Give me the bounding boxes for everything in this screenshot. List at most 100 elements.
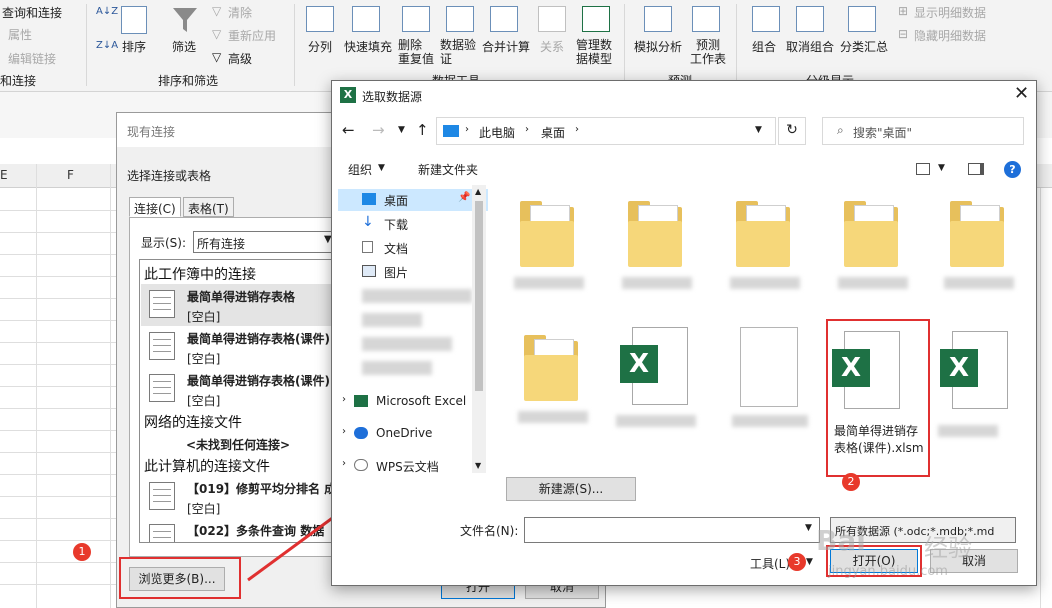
address-bar[interactable]: › 此电脑 › 桌面 › ▼ xyxy=(436,117,776,145)
clear-button[interactable]: 清除 xyxy=(228,4,252,21)
remove-duplicates-button[interactable]: 删除 重复值 xyxy=(398,38,434,66)
show-detail-icon[interactable]: ⊞ xyxy=(898,4,908,18)
folder-icon[interactable] xyxy=(736,201,792,267)
ungroup-button[interactable]: 取消组合 xyxy=(786,38,834,55)
ungroup-icon[interactable] xyxy=(796,6,824,32)
filename-dropdown-icon[interactable]: ▼ xyxy=(805,523,812,533)
tab-tables[interactable]: 表格(T) xyxy=(183,197,234,217)
excel-file-icon[interactable]: X xyxy=(620,327,690,407)
filename-input[interactable]: ▼ xyxy=(524,517,820,543)
navigation-pane[interactable]: 桌面 📌 ↓ 下载 文档 图片 › Microsoft Excel › OneD… xyxy=(332,185,488,474)
relationships-button[interactable]: 关系 xyxy=(540,38,564,55)
nav-item-microsoft-excel[interactable]: › Microsoft Excel xyxy=(338,391,488,413)
new-folder-button[interactable]: 新建文件夹 xyxy=(418,161,478,178)
text-to-columns-icon[interactable] xyxy=(306,6,334,32)
folder-icon[interactable] xyxy=(950,201,1006,267)
consolidate-icon[interactable] xyxy=(490,6,518,32)
advanced-button[interactable]: 高级 xyxy=(228,50,252,67)
remove-duplicates-icon[interactable] xyxy=(402,6,430,32)
show-detail-button[interactable]: 显示明细数据 xyxy=(914,4,986,21)
forecast-sheet-button[interactable]: 预测 工作表 xyxy=(690,38,726,66)
scroll-thumb[interactable] xyxy=(475,201,483,391)
nav-scrollbar[interactable]: ▲ ▼ xyxy=(472,185,486,473)
flash-fill-button[interactable]: 快速填充 xyxy=(344,38,392,55)
folder-shortcut-icon[interactable] xyxy=(524,335,580,401)
preview-pane-icon[interactable] xyxy=(968,163,984,175)
sort-az-icon[interactable]: A↓Z xyxy=(96,6,118,17)
file-pane[interactable]: X X 最简单得进销存 表格(课件).xlsm X xyxy=(492,185,1038,477)
list-item[interactable]: 最简单得进销存表格(课件) [空白] xyxy=(141,326,338,368)
search-input[interactable]: ⌕ 搜索"桌面" xyxy=(822,117,1024,145)
nav-item-onedrive[interactable]: › OneDrive xyxy=(338,423,488,445)
scroll-up-icon[interactable]: ▲ xyxy=(475,187,481,196)
breadcrumb-this-pc[interactable]: 此电脑 xyxy=(479,124,515,141)
breadcrumb-desktop[interactable]: 桌面 xyxy=(541,124,565,141)
list-item[interactable]: 最简单得进销存表格 [空白] xyxy=(141,284,338,326)
sort-za-icon[interactable]: Z↓A xyxy=(96,40,118,51)
group-icon[interactable] xyxy=(752,6,780,32)
column-header-f[interactable]: F xyxy=(67,168,74,182)
close-icon[interactable]: ✕ xyxy=(1014,83,1029,104)
what-if-analysis-button[interactable]: 模拟分析 xyxy=(634,38,682,55)
address-dropdown-icon[interactable]: ▼ xyxy=(755,125,762,135)
folder-icon[interactable] xyxy=(520,201,576,267)
reapply-icon[interactable]: ▽ xyxy=(212,27,221,41)
organize-button[interactable]: 组织 xyxy=(348,161,372,178)
expand-chevron-icon[interactable]: › xyxy=(342,458,346,469)
query-connections-button[interactable]: 查询和连接 xyxy=(2,4,62,21)
folder-icon[interactable] xyxy=(844,201,900,267)
forward-arrow-icon[interactable]: → xyxy=(372,121,385,139)
view-options-icon[interactable] xyxy=(916,163,930,175)
folder-icon[interactable] xyxy=(628,201,684,267)
show-select[interactable]: 所有连接 ▼ xyxy=(193,231,339,253)
group-button[interactable]: 组合 xyxy=(752,38,776,55)
tab-connections[interactable]: 连接(C) xyxy=(129,197,181,217)
list-item[interactable]: 最简单得进销存表格(课件) [空白] xyxy=(141,368,338,410)
forecast-sheet-icon[interactable] xyxy=(692,6,720,32)
edit-links-button[interactable]: 编辑链接 xyxy=(8,50,56,67)
nav-item-pictures[interactable]: 图片 xyxy=(338,261,488,283)
sort-dialog-icon[interactable] xyxy=(121,6,147,34)
data-validation-icon[interactable] xyxy=(446,6,474,32)
pin-icon[interactable]: 📌 xyxy=(458,192,470,203)
flash-fill-icon[interactable] xyxy=(352,6,380,32)
filter-icon[interactable] xyxy=(170,4,200,34)
text-file-icon[interactable] xyxy=(740,327,798,407)
column-header-e[interactable]: E xyxy=(0,168,8,182)
refresh-icon[interactable]: ↻ xyxy=(778,117,806,145)
manage-data-model-button[interactable]: 管理数 据模型 xyxy=(576,38,612,66)
help-icon[interactable]: ? xyxy=(1004,161,1021,178)
text-to-columns-button[interactable]: 分列 xyxy=(308,38,332,55)
hide-detail-icon[interactable]: ⊟ xyxy=(898,27,908,41)
reapply-button[interactable]: 重新应用 xyxy=(228,27,276,44)
excel-macro-file-icon[interactable]: X xyxy=(940,331,1010,411)
view-chevron-icon[interactable]: ▼ xyxy=(938,163,945,173)
clear-icon[interactable]: ▽ xyxy=(212,4,221,18)
relationships-icon[interactable] xyxy=(538,6,566,32)
up-arrow-icon[interactable]: ↑ xyxy=(416,121,429,139)
nav-item-documents[interactable]: 文档 xyxy=(338,237,488,259)
new-source-button[interactable]: 新建源(S)... xyxy=(506,477,636,501)
back-arrow-icon[interactable]: ← xyxy=(342,121,355,139)
consolidate-button[interactable]: 合并计算 xyxy=(482,38,530,55)
what-if-analysis-icon[interactable] xyxy=(644,6,672,32)
nav-item-desktop[interactable]: 桌面 📌 xyxy=(338,189,488,211)
manage-data-model-icon[interactable] xyxy=(582,6,610,32)
data-validation-button[interactable]: 数据验 证 xyxy=(440,38,476,66)
filter-button[interactable]: 筛选 xyxy=(172,38,196,55)
nav-item-wps-cloud[interactable]: › WPS云文档 xyxy=(338,455,488,477)
scroll-down-icon[interactable]: ▼ xyxy=(475,461,481,470)
tools-menu[interactable]: 工具(L) xyxy=(750,555,790,572)
properties-button[interactable]: 属性 xyxy=(8,26,32,43)
hide-detail-button[interactable]: 隐藏明细数据 xyxy=(914,27,986,44)
tools-chevron-icon[interactable]: ▼ xyxy=(806,557,813,567)
subtotal-button[interactable]: 分类汇总 xyxy=(840,38,888,55)
advanced-icon[interactable]: ▽ xyxy=(212,50,221,64)
expand-chevron-icon[interactable]: › xyxy=(342,394,346,405)
expand-chevron-icon[interactable]: › xyxy=(342,426,346,437)
nav-item-downloads[interactable]: ↓ 下载 xyxy=(338,213,488,235)
recent-chevron-icon[interactable]: ▼ xyxy=(398,125,405,135)
subtotal-icon[interactable] xyxy=(848,6,876,32)
excel-icon xyxy=(354,395,368,407)
sort-button[interactable]: 排序 xyxy=(122,38,146,55)
